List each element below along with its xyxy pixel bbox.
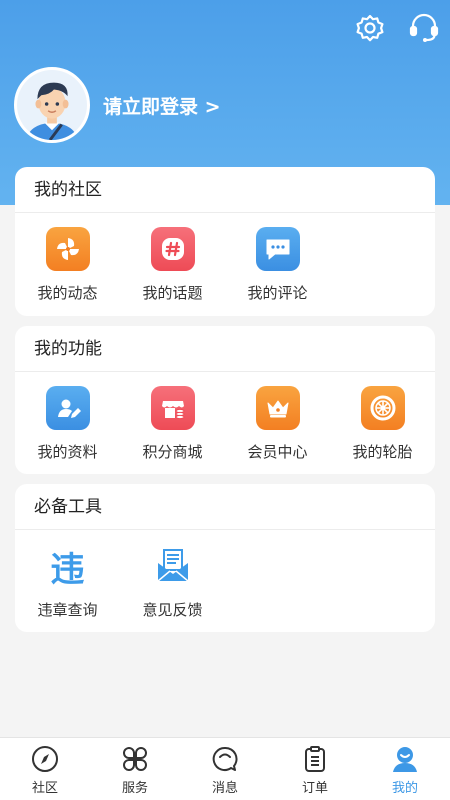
cell-label: 我的资料 [37, 443, 98, 461]
chat-bubble-icon [210, 744, 240, 774]
profile-section: 请立即登录 > [14, 67, 221, 143]
my-topics-button[interactable]: 我的话题 [120, 227, 225, 303]
violation-query-button[interactable]: 违 违章查询 [15, 544, 120, 620]
store-icon [150, 386, 195, 430]
card-title: 我的社区 [15, 167, 435, 213]
compass-icon [30, 744, 60, 774]
login-link[interactable]: 请立即登录 > [103, 92, 221, 119]
user-icon [390, 744, 420, 774]
cell-label: 违章查询 [37, 601, 98, 619]
pinwheel-icon [45, 227, 90, 271]
top-actions [354, 12, 440, 44]
headset-icon[interactable] [408, 12, 440, 44]
cell-label: 意见反馈 [142, 601, 203, 619]
tab-messages[interactable]: 消息 [180, 738, 270, 800]
card-title: 我的功能 [15, 326, 435, 372]
feedback-mail-icon [151, 544, 195, 588]
tab-label: 服务 [121, 781, 148, 796]
cell-label: 我的评论 [247, 284, 308, 302]
tire-icon [360, 386, 405, 430]
violation-icon: 违 [50, 549, 85, 590]
cell-label: 积分商城 [142, 443, 203, 461]
bottom-tab-bar: 社区 服务 消息 订单 我的 [0, 737, 450, 800]
tab-label: 订单 [301, 781, 328, 796]
profile-edit-icon [45, 386, 90, 430]
tab-services[interactable]: 服务 [90, 738, 180, 800]
avatar[interactable] [14, 67, 90, 143]
my-profile-button[interactable]: 我的资料 [15, 386, 120, 462]
functions-card: 我的功能 我的资料 积分商城 会员中心 我的轮胎 [15, 326, 435, 474]
my-posts-button[interactable]: 我的动态 [15, 227, 120, 303]
cell-label: 我的轮胎 [352, 443, 413, 461]
community-card: 我的社区 我的动态 我的话题 我的评论 [15, 167, 435, 316]
cell-label: 我的话题 [142, 284, 203, 302]
member-center-button[interactable]: 会员中心 [225, 386, 330, 462]
my-comments-button[interactable]: 我的评论 [225, 227, 330, 303]
tab-label: 消息 [211, 781, 238, 796]
tab-orders[interactable]: 订单 [270, 738, 360, 800]
feedback-button[interactable]: 意见反馈 [120, 544, 225, 620]
tab-label: 我的 [391, 781, 418, 796]
card-title: 必备工具 [15, 484, 435, 530]
clipboard-icon [300, 744, 330, 774]
tab-label: 社区 [31, 781, 58, 796]
grid-petals-icon [120, 744, 150, 774]
settings-icon[interactable] [354, 12, 386, 44]
comment-icon [255, 227, 300, 271]
tab-community[interactable]: 社区 [0, 738, 90, 800]
cell-label: 我的动态 [37, 284, 98, 302]
points-mall-button[interactable]: 积分商城 [120, 386, 225, 462]
cell-label: 会员中心 [247, 443, 308, 461]
hashtag-icon [150, 227, 195, 271]
tab-mine[interactable]: 我的 [360, 738, 450, 800]
my-tires-button[interactable]: 我的轮胎 [330, 386, 435, 462]
crown-icon [255, 386, 300, 430]
tools-card: 必备工具 违 违章查询 意见反馈 [15, 484, 435, 632]
